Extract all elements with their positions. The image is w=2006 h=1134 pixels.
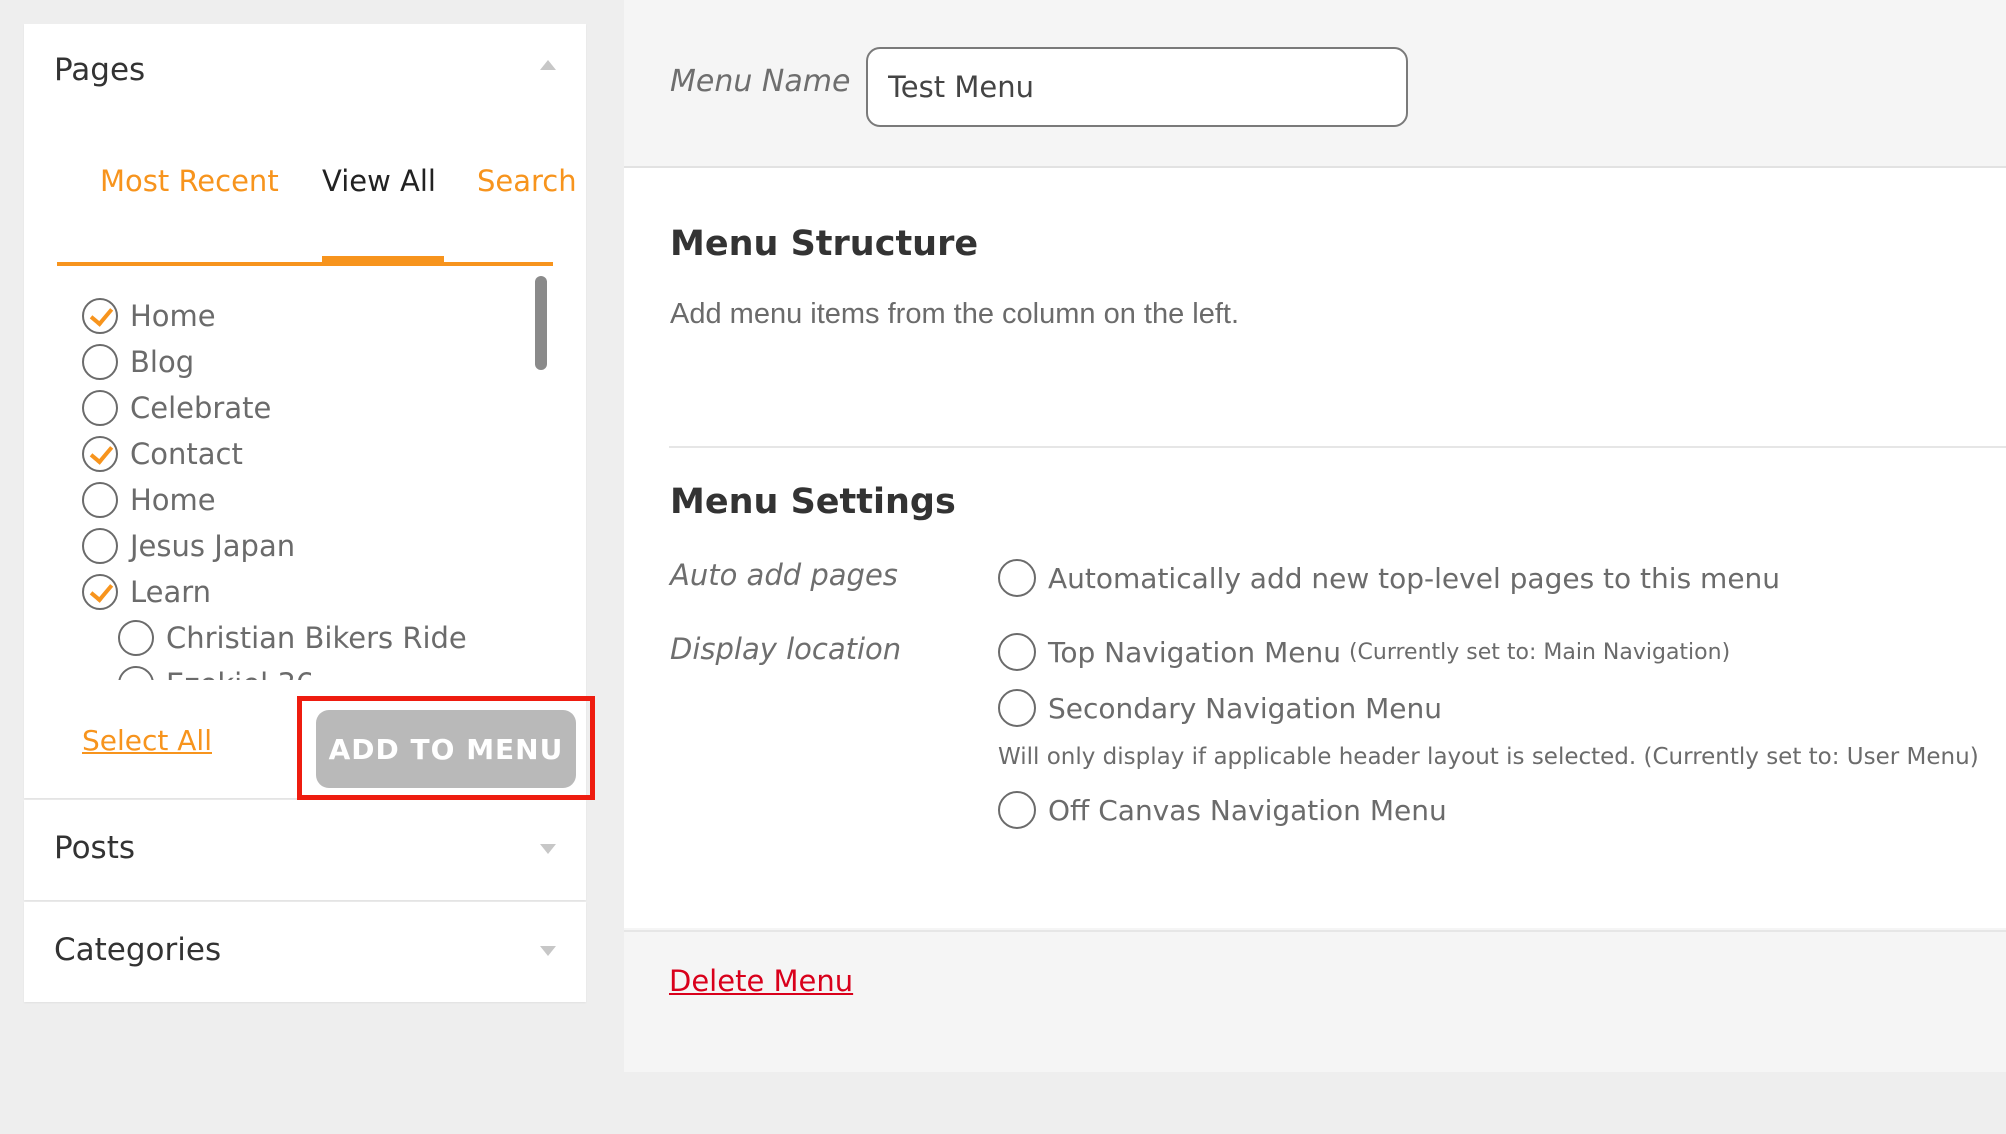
- checkbox[interactable]: [118, 620, 154, 656]
- select-all-link[interactable]: Select All: [82, 724, 212, 757]
- collapse-arrow-icon[interactable]: [540, 60, 556, 70]
- auto-add-pages-label: Auto add pages: [670, 558, 898, 592]
- checkbox[interactable]: [82, 528, 118, 564]
- checkbox[interactable]: [998, 791, 1036, 829]
- checkbox[interactable]: [82, 344, 118, 380]
- highlight-box: [297, 696, 595, 800]
- list-item-label: Home: [130, 299, 216, 333]
- menu-content: Menu Structure Add menu items from the c…: [624, 168, 2006, 928]
- list-scrollbar[interactable]: [535, 276, 547, 370]
- pages-panel-title[interactable]: Pages: [54, 52, 145, 88]
- categories-panel[interactable]: Categories: [24, 902, 586, 1002]
- location-secondary-navigation[interactable]: Secondary Navigation Menu: [998, 689, 1442, 727]
- divider: [669, 446, 2006, 448]
- menu-name-input[interactable]: [866, 47, 1408, 127]
- tab-view-all[interactable]: View All: [322, 164, 436, 198]
- menu-settings-heading: Menu Settings: [670, 482, 956, 522]
- list-item-label: Home: [130, 483, 216, 517]
- location-off-canvas-navigation[interactable]: Off Canvas Navigation Menu: [998, 791, 1447, 829]
- location-top-navigation[interactable]: Top Navigation Menu (Currently set to: M…: [998, 633, 1730, 671]
- categories-panel-title[interactable]: Categories: [54, 932, 221, 968]
- secondary-location-note: Will only display if applicable header l…: [998, 744, 1979, 770]
- checkbox[interactable]: [998, 559, 1036, 597]
- checkbox[interactable]: [118, 666, 154, 680]
- display-location-label: Display location: [670, 632, 902, 666]
- location-note: (Currently set to: Main Navigation): [1348, 639, 1731, 665]
- pages-panel: Pages Most Recent View All Search Home B…: [24, 24, 595, 800]
- menu-editor: Menu Name Menu Structure Add menu items …: [624, 0, 2006, 1072]
- list-item[interactable]: Blog: [82, 340, 194, 384]
- checkbox[interactable]: [82, 436, 118, 472]
- list-item[interactable]: Contact: [82, 432, 243, 476]
- checkbox[interactable]: [998, 689, 1036, 727]
- list-item[interactable]: Home: [82, 294, 216, 338]
- list-item[interactable]: Learn: [82, 570, 211, 614]
- list-item[interactable]: Christian Bikers Ride: [118, 616, 467, 660]
- expand-arrow-icon[interactable]: [540, 844, 556, 854]
- location-label: Off Canvas Navigation Menu: [1048, 793, 1447, 827]
- menu-name-row: Menu Name: [624, 0, 2006, 168]
- list-item-label: Jesus Japan: [130, 529, 296, 563]
- pages-tabs: Most Recent View All Search: [57, 164, 577, 268]
- tab-underline: [57, 262, 553, 266]
- list-item-label: Ezekiel 36: [166, 667, 314, 680]
- location-label: Top Navigation Menu: [1048, 635, 1341, 669]
- list-item-label: Contact: [130, 437, 243, 471]
- auto-add-option-label: Automatically add new top-level pages to…: [1048, 561, 1781, 595]
- checkbox[interactable]: [82, 482, 118, 518]
- menu-footer: Delete Menu: [624, 930, 2006, 1072]
- menu-name-label: Menu Name: [670, 64, 851, 99]
- tab-most-recent[interactable]: Most Recent: [100, 164, 279, 198]
- list-item[interactable]: Home: [82, 478, 216, 522]
- list-item[interactable]: Jesus Japan: [82, 524, 295, 568]
- checkbox[interactable]: [82, 298, 118, 334]
- location-label: Secondary Navigation Menu: [1048, 691, 1442, 725]
- checkbox[interactable]: [82, 574, 118, 610]
- list-item-label: Blog: [130, 345, 195, 379]
- auto-add-option[interactable]: Automatically add new top-level pages to…: [998, 559, 1780, 597]
- list-item[interactable]: Celebrate: [82, 386, 271, 430]
- posts-panel[interactable]: Posts: [24, 800, 586, 900]
- list-item-label: Celebrate: [130, 391, 272, 425]
- menu-structure-description: Add menu items from the column on the le…: [670, 298, 1239, 330]
- pages-checklist: Home Blog Celebrate Contact Home Jesus J…: [54, 270, 576, 680]
- expand-arrow-icon[interactable]: [540, 946, 556, 956]
- delete-menu-link[interactable]: Delete Menu: [669, 964, 853, 998]
- tab-search[interactable]: Search: [477, 164, 577, 198]
- posts-panel-title[interactable]: Posts: [54, 830, 135, 866]
- active-tab-indicator: [322, 256, 444, 264]
- list-item[interactable]: Ezekiel 36: [118, 662, 314, 680]
- checkbox[interactable]: [82, 390, 118, 426]
- menu-structure-heading: Menu Structure: [670, 224, 979, 264]
- list-item-label: Learn: [130, 575, 212, 609]
- list-item-label: Christian Bikers Ride: [166, 621, 467, 655]
- checkbox[interactable]: [998, 633, 1036, 671]
